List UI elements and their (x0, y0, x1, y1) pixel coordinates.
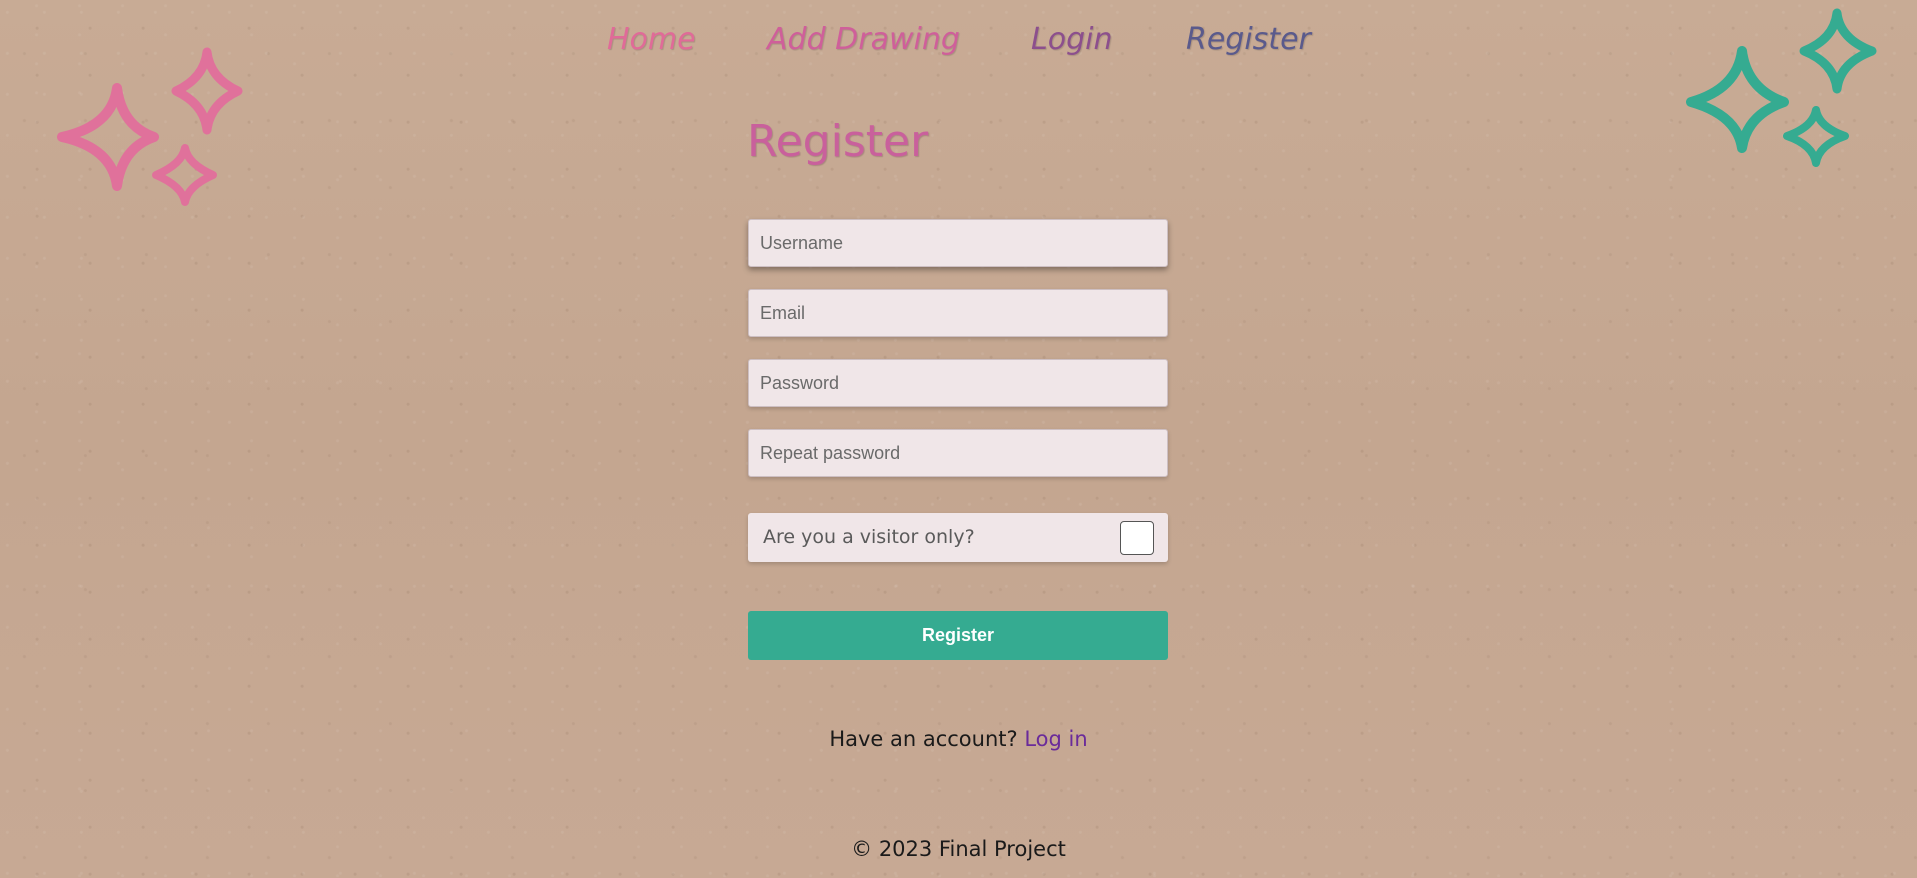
nav-add-drawing-link[interactable]: Add Drawing (767, 18, 960, 62)
have-account-prompt: Have an account? (829, 727, 1018, 751)
have-account-line: Have an account? Log in (0, 727, 1917, 751)
nav-home-link[interactable]: Home (607, 18, 696, 62)
username-input[interactable] (748, 219, 1168, 267)
pink-sparkles-icon (57, 47, 243, 206)
password-input[interactable] (748, 359, 1168, 407)
email-input[interactable] (748, 289, 1168, 337)
nav-register-link[interactable]: Register (1186, 18, 1311, 62)
register-button[interactable]: Register (748, 611, 1168, 660)
repeat-password-input[interactable] (748, 429, 1168, 477)
page-title: Register (747, 116, 929, 167)
visitor-option-label: Are you a visitor only? (763, 526, 975, 548)
login-link[interactable]: Log in (1024, 727, 1087, 751)
nav-login-link[interactable]: Login (1031, 18, 1112, 62)
visitor-option-row: Are you a visitor only? (748, 513, 1168, 562)
top-navigation: Home Add Drawing Login Register (0, 18, 1917, 66)
green-sparkles-icon (1686, 8, 1877, 167)
footer-copyright: © 2023 Final Project (851, 837, 1066, 861)
visitor-checkbox[interactable] (1120, 521, 1154, 555)
